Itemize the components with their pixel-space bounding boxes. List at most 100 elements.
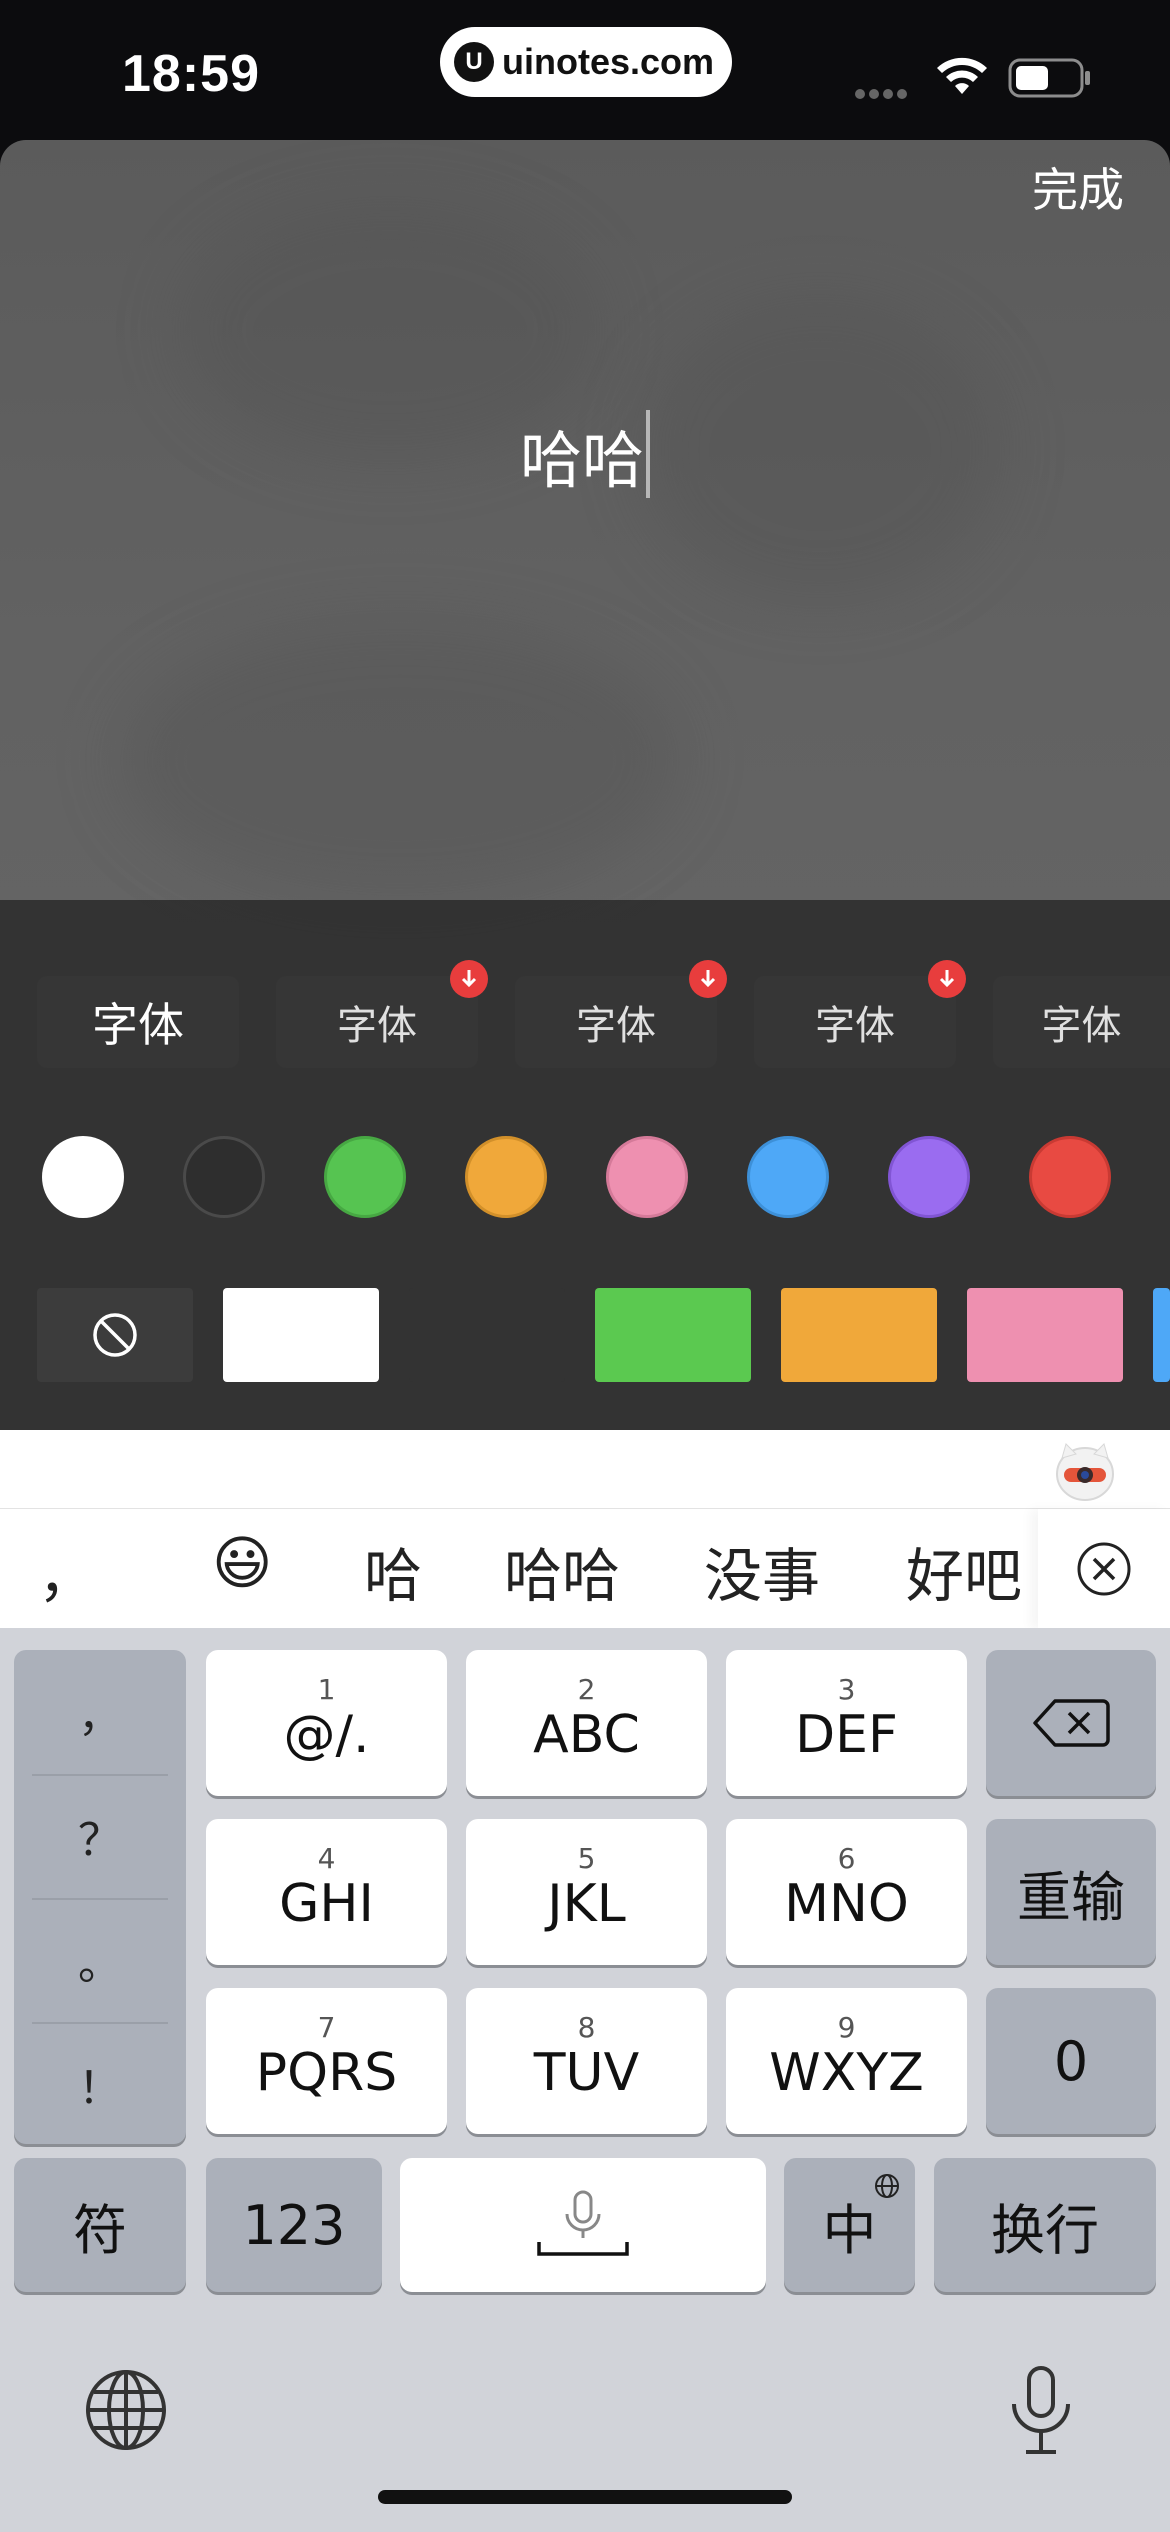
text-value: 哈哈 — [519, 424, 644, 497]
key-number: 2 — [577, 1673, 596, 1706]
background-color-orange[interactable] — [781, 1288, 937, 1382]
candidate-item[interactable]: 没事 — [704, 1529, 820, 1613]
key-1[interactable]: 1 @/. — [206, 1650, 447, 1796]
url-pill: U uinotes.com — [440, 27, 732, 97]
text-color-black[interactable] — [183, 1136, 265, 1218]
punct-key[interactable]: 。 — [14, 1898, 186, 2022]
number-mode-key[interactable]: 123 — [206, 2158, 382, 2292]
candidate-item[interactable]: 哈哈 — [504, 1529, 620, 1613]
assistant-mascot-icon[interactable] — [1052, 1440, 1118, 1502]
key-number: 6 — [837, 1842, 856, 1875]
backspace-icon — [1033, 1699, 1110, 1747]
key-number: 3 — [837, 1673, 856, 1706]
font-option-label: 字体 — [337, 1003, 417, 1049]
status-time: 18:59 — [122, 45, 260, 103]
key-2[interactable]: 2 ABC — [466, 1650, 707, 1796]
url-text: uinotes.com — [502, 41, 715, 82]
text-color-purple[interactable] — [888, 1136, 970, 1218]
key-number: 9 — [837, 2011, 856, 2044]
font-option-label: 字体 — [815, 1003, 895, 1049]
close-circle-icon — [1077, 1542, 1131, 1596]
key-letters: WXYZ — [769, 2043, 924, 2103]
backspace-key[interactable] — [986, 1650, 1156, 1796]
key-number: 4 — [317, 1842, 336, 1875]
key-9[interactable]: 9 WXYZ — [726, 1988, 967, 2134]
cellular-signal-icon — [855, 84, 911, 103]
text-editor-sheet: 完成 哈哈 字体 字体 字体 字体 字体 — [0, 140, 1170, 1430]
font-option-1[interactable]: 字体 — [37, 976, 239, 1068]
microphone-icon[interactable] — [1006, 2364, 1076, 2460]
text-color-blue[interactable] — [747, 1136, 829, 1218]
key-letters: ABC — [533, 1705, 640, 1765]
space-key[interactable] — [400, 2158, 766, 2292]
font-option-4[interactable]: 字体 — [754, 960, 966, 1068]
punct-key[interactable]: ， — [14, 1650, 186, 1774]
key-number: 8 — [577, 2011, 596, 2044]
done-button[interactable]: 完成 — [1032, 154, 1124, 220]
candidate-item[interactable]: 好吧 — [906, 1529, 1022, 1613]
key-4[interactable]: 4 GHI — [206, 1819, 447, 1965]
globe-icon[interactable] — [84, 2368, 168, 2452]
reenter-key[interactable]: 重输 — [986, 1819, 1156, 1965]
font-option-3[interactable]: 字体 — [515, 960, 727, 1068]
font-option-label: 字体 — [92, 998, 184, 1052]
style-panel: 字体 字体 字体 字体 字体 — [0, 900, 1170, 1430]
wifi-icon — [935, 56, 989, 102]
key-6[interactable]: 6 MNO — [726, 1819, 967, 1965]
key-label: 中 — [822, 2198, 877, 2262]
no-background-icon — [93, 1313, 137, 1357]
font-option-5[interactable]: 字体 — [993, 976, 1170, 1068]
text-color-pink[interactable] — [606, 1136, 688, 1218]
key-letters: PQRS — [255, 2043, 398, 2103]
punctuation-column: ， ？ 。 ！ — [14, 1650, 186, 2144]
candidate-item[interactable]: 哈 — [364, 1529, 422, 1613]
language-key[interactable]: 中 — [784, 2158, 915, 2292]
text-input[interactable]: 哈哈 — [0, 410, 1170, 500]
text-color-orange[interactable] — [465, 1136, 547, 1218]
key-5[interactable]: 5 JKL — [466, 1819, 707, 1965]
font-option-label: 字体 — [576, 1003, 656, 1049]
keyboard-assistant-bar — [0, 1430, 1170, 1508]
key-letters: JKL — [547, 1874, 626, 1934]
text-color-green[interactable] — [324, 1136, 406, 1218]
key-letters: MNO — [784, 1874, 909, 1934]
background-color-green[interactable] — [595, 1288, 751, 1382]
background-color-pink[interactable] — [967, 1288, 1123, 1382]
battery-icon — [1008, 58, 1092, 102]
key-label: 符 — [73, 2198, 127, 2262]
return-key[interactable]: 换行 — [934, 2158, 1156, 2292]
background-color-white[interactable] — [223, 1288, 379, 1382]
key-3[interactable]: 3 DEF — [726, 1650, 967, 1796]
symbol-key[interactable]: 符 — [14, 2158, 186, 2292]
font-option-2[interactable]: 字体 — [276, 960, 488, 1068]
key-number: 7 — [317, 2011, 336, 2044]
background-none-button[interactable] — [37, 1288, 193, 1382]
key-7[interactable]: 7 PQRS — [206, 1988, 447, 2134]
candidate-item[interactable]: 😃 — [212, 1529, 272, 1597]
key-8[interactable]: 8 TUV — [466, 1988, 707, 2134]
download-badge-icon — [450, 960, 488, 998]
key-number: 1 — [317, 1673, 336, 1706]
font-option-label: 字体 — [1041, 1003, 1122, 1049]
text-caret — [646, 410, 650, 498]
download-badge-icon — [689, 960, 727, 998]
globe-icon — [875, 2174, 899, 2198]
punct-key[interactable]: ？ — [14, 1774, 186, 1898]
background-color-blue[interactable] — [1153, 1288, 1170, 1382]
key-label: 重输 — [1017, 1865, 1125, 1929]
home-indicator[interactable] — [378, 2490, 792, 2504]
background-color-black[interactable] — [409, 1288, 565, 1382]
punct-key[interactable]: ！ — [14, 2022, 186, 2146]
microphone-icon — [537, 2190, 629, 2256]
text-color-red[interactable] — [1029, 1136, 1111, 1218]
key-letters: DEF — [795, 1705, 898, 1765]
close-candidates-button[interactable] — [1038, 1509, 1170, 1629]
key-letters: @/. — [283, 1705, 370, 1765]
key-label: 123 — [242, 2193, 346, 2257]
key-letters: TUV — [533, 2043, 640, 2103]
key-label: 换行 — [991, 2198, 1099, 2262]
key-number: 5 — [577, 1842, 596, 1875]
text-color-white[interactable] — [42, 1136, 124, 1218]
zero-key[interactable]: 0 — [986, 1988, 1156, 2134]
candidate-item[interactable]: ， — [38, 1529, 96, 1613]
